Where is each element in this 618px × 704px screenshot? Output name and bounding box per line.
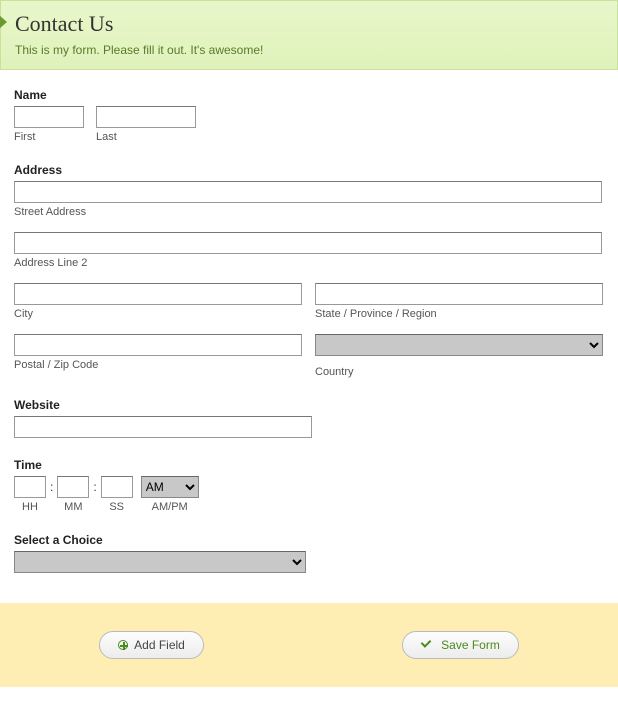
postal-sublabel: Postal / Zip Code xyxy=(14,359,303,371)
website-label: Website xyxy=(14,398,604,412)
hour-input[interactable] xyxy=(14,476,46,498)
add-field-button[interactable]: Add Field xyxy=(99,631,204,659)
city-sublabel: City xyxy=(14,308,303,320)
second-sublabel: SS xyxy=(109,501,124,513)
address-line2-input[interactable] xyxy=(14,232,602,254)
time-separator: : xyxy=(89,476,100,498)
form-header: Contact Us This is my form. Please fill … xyxy=(0,0,618,70)
hour-sublabel: HH xyxy=(22,501,38,513)
street-address-input[interactable] xyxy=(14,181,602,203)
name-field: Name First Last xyxy=(14,88,604,143)
time-separator: : xyxy=(46,476,57,498)
form-footer: Add Field Save Form xyxy=(0,603,618,687)
active-indicator-icon xyxy=(0,15,7,29)
address-line2-sublabel: Address Line 2 xyxy=(14,257,604,269)
save-form-label: Save Form xyxy=(441,638,500,652)
street-address-sublabel: Street Address xyxy=(14,206,604,218)
postal-input[interactable] xyxy=(14,334,302,356)
second-input[interactable] xyxy=(101,476,133,498)
last-name-sublabel: Last xyxy=(96,131,196,143)
country-sublabel: Country xyxy=(315,366,604,378)
check-icon xyxy=(421,638,435,652)
minute-input[interactable] xyxy=(57,476,89,498)
last-name-input[interactable] xyxy=(96,106,196,128)
form-subtitle: This is my form. Please fill it out. It'… xyxy=(15,43,603,57)
choice-label: Select a Choice xyxy=(14,533,604,547)
website-field: Website xyxy=(14,398,604,438)
form-title: Contact Us xyxy=(15,11,603,37)
add-field-label: Add Field xyxy=(134,638,185,652)
first-name-sublabel: First xyxy=(14,131,84,143)
ampm-select[interactable]: AM xyxy=(141,476,199,498)
state-sublabel: State / Province / Region xyxy=(315,308,604,320)
website-input[interactable] xyxy=(14,416,312,438)
choice-field: Select a Choice xyxy=(14,533,604,573)
country-select[interactable] xyxy=(315,334,603,356)
address-field: Address Street Address Address Line 2 Ci… xyxy=(14,163,604,378)
time-field: Time HH : MM : SS AM AM/PM xyxy=(14,458,604,513)
time-label: Time xyxy=(14,458,604,472)
ampm-sublabel: AM/PM xyxy=(152,501,188,513)
name-label: Name xyxy=(14,88,604,102)
address-label: Address xyxy=(14,163,604,177)
state-input[interactable] xyxy=(315,283,603,305)
add-icon xyxy=(118,640,128,650)
save-form-button[interactable]: Save Form xyxy=(402,631,519,659)
choice-select[interactable] xyxy=(14,551,306,573)
form-body: Name First Last Address Street Address A… xyxy=(0,70,618,603)
first-name-input[interactable] xyxy=(14,106,84,128)
minute-sublabel: MM xyxy=(64,501,82,513)
city-input[interactable] xyxy=(14,283,302,305)
